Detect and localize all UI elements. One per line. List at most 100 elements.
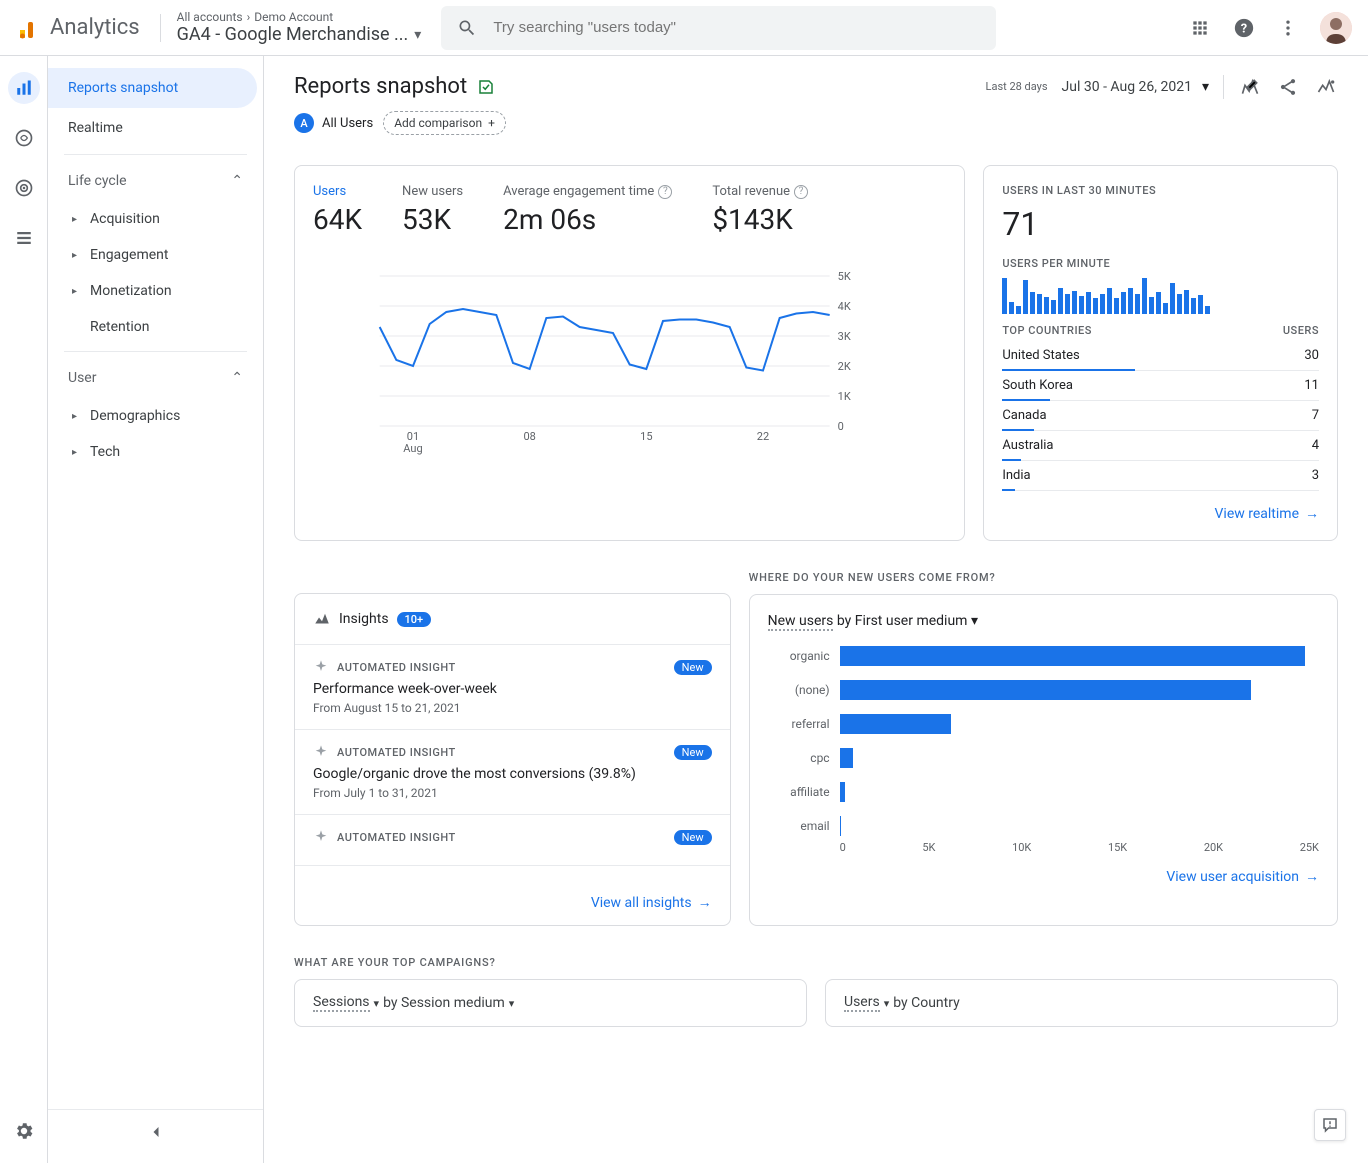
users-per-minute-chart [1002, 276, 1319, 314]
sparkle-icon [313, 829, 329, 845]
svg-text:5K: 5K [838, 270, 851, 283]
arrow-right-icon: → [698, 894, 712, 911]
search-input[interactable] [493, 19, 980, 36]
svg-text:2K: 2K [838, 360, 851, 373]
sidebar-item-retention[interactable]: Retention [48, 309, 263, 345]
app-header: Analytics All accounts › Demo Account GA… [0, 0, 1368, 56]
sidebar-item-tech[interactable]: ▸Tech [48, 434, 263, 470]
view-realtime-link[interactable]: View realtime→ [1002, 505, 1319, 522]
header-actions: ? [1168, 12, 1352, 44]
users-by-country-card[interactable]: Users ▾ by Country [825, 979, 1338, 1027]
search-icon [457, 18, 477, 38]
svg-text:4K: 4K [838, 300, 851, 313]
insight-item[interactable]: AUTOMATED INSIGHTNew [295, 814, 730, 865]
sidebar-item-acquisition[interactable]: ▸Acquisition [48, 201, 263, 237]
rail-advertising-icon[interactable] [8, 172, 40, 204]
chevron-up-icon: ⌃ [231, 370, 243, 386]
sidebar-item-monetization[interactable]: ▸Monetization [48, 273, 263, 309]
insights-icon[interactable] [1314, 75, 1338, 99]
top-countries-list: United States30South Korea11Canada7Austr… [1002, 341, 1319, 491]
sidebar-item-demographics[interactable]: ▸Demographics [48, 398, 263, 434]
svg-text:3K: 3K [838, 330, 851, 343]
realtime-title: USERS IN LAST 30 MINUTES [1002, 184, 1319, 197]
feedback-button[interactable] [1314, 1109, 1346, 1141]
sparkle-icon [313, 744, 329, 760]
logo-block[interactable]: Analytics [16, 15, 160, 40]
sidebar-group-lifecycle[interactable]: Life cycle⌃ [48, 161, 263, 201]
campaigns-section-label: WHAT ARE YOUR TOP CAMPAIGNS? [294, 956, 1338, 969]
svg-text:1K: 1K [838, 390, 851, 403]
insights-card: Insights 10+ AUTOMATED INSIGHTNewPerform… [294, 593, 731, 926]
sidebar: Reports snapshot Realtime Life cycle⌃ ▸A… [48, 56, 264, 1163]
country-row: Australia4 [1002, 431, 1319, 461]
divider [160, 14, 161, 42]
svg-text:0: 0 [838, 420, 844, 433]
realtime-card: USERS IN LAST 30 MINUTES 71 USERS PER MI… [983, 165, 1338, 541]
help-icon[interactable]: ? [1232, 16, 1256, 40]
dropdown-icon: ▾ [1202, 79, 1209, 95]
all-users-chip[interactable]: AAll Users [294, 113, 373, 133]
svg-text:08: 08 [523, 430, 535, 443]
bar-row: affiliate [768, 781, 1313, 803]
help-icon[interactable]: ? [794, 185, 808, 199]
breadcrumb: All accounts › Demo Account [177, 10, 422, 24]
sessions-by-medium-card[interactable]: Sessions ▾ by Session medium ▾ [294, 979, 807, 1027]
rail-explore-icon[interactable] [8, 122, 40, 154]
bar-row: referral [768, 713, 1313, 735]
metric-total-revenue[interactable]: Total revenue? $143K [712, 184, 808, 236]
svg-text:Aug: Aug [403, 442, 422, 455]
caret-right-icon: ▸ [72, 411, 80, 422]
bar-row: cpc [768, 747, 1313, 769]
sidebar-item-engagement[interactable]: ▸Engagement [48, 237, 263, 273]
metric-new-users[interactable]: New users 53K [402, 184, 463, 236]
view-all-insights-link[interactable]: View all insights→ [313, 894, 712, 911]
apps-icon[interactable] [1188, 16, 1212, 40]
verified-icon [477, 78, 495, 96]
insights-sparkle-icon [313, 610, 331, 628]
caret-right-icon: ▸ [72, 214, 80, 225]
view-user-acquisition-link[interactable]: View user acquisition→ [768, 868, 1319, 885]
sparkle-icon [313, 659, 329, 675]
user-acquisition-card: New users by First user medium ▾ organic… [749, 594, 1338, 926]
svg-text:22: 22 [757, 430, 769, 443]
product-name: Analytics [50, 15, 140, 40]
sidebar-collapse-button[interactable] [48, 1109, 263, 1153]
caret-right-icon: ▸ [72, 250, 80, 261]
insight-item[interactable]: AUTOMATED INSIGHTNewPerformance week-ove… [295, 644, 730, 729]
rail-configure-icon[interactable] [8, 222, 40, 254]
dropdown-icon: ▾ [971, 613, 978, 629]
insights-count-badge: 10+ [397, 612, 432, 627]
country-row: United States30 [1002, 341, 1319, 371]
help-icon[interactable]: ? [658, 185, 672, 199]
sidebar-item-realtime[interactable]: Realtime [48, 108, 257, 148]
more-icon[interactable] [1276, 16, 1300, 40]
dropdown-icon: ▾ [414, 27, 421, 43]
customize-report-icon[interactable] [1238, 75, 1262, 99]
bar-chart-axis: 05K10K15K20K25K [768, 841, 1319, 854]
rail-admin-icon[interactable] [8, 1115, 40, 1147]
chevron-up-icon: ⌃ [231, 173, 243, 189]
bar-row: organic [768, 645, 1313, 667]
rail-reports-icon[interactable] [8, 72, 40, 104]
plus-icon: + [488, 116, 495, 130]
share-icon[interactable] [1276, 75, 1300, 99]
metric-engagement-time[interactable]: Average engagement time? 2m 06s [503, 184, 672, 236]
insights-title: Insights [339, 611, 389, 627]
acquisition-dimension-selector[interactable]: New users by First user medium ▾ [768, 613, 1319, 629]
sidebar-item-reports-snapshot[interactable]: Reports snapshot [48, 68, 257, 108]
country-row: South Korea11 [1002, 371, 1319, 401]
date-range-picker[interactable]: Jul 30 - Aug 26, 2021▾ [1062, 79, 1209, 95]
sidebar-group-user[interactable]: User⌃ [48, 358, 263, 398]
account-selector[interactable]: All accounts › Demo Account GA4 - Google… [177, 10, 422, 45]
country-row: Canada7 [1002, 401, 1319, 431]
insight-item[interactable]: AUTOMATED INSIGHTNewGoogle/organic drove… [295, 729, 730, 814]
dropdown-icon: ▾ [509, 997, 515, 1010]
page-actions: Last 28 days Jul 30 - Aug 26, 2021▾ [986, 75, 1338, 99]
bar-row: (none) [768, 679, 1313, 701]
avatar[interactable] [1320, 12, 1352, 44]
main-content: Reports snapshot Last 28 days Jul 30 - A… [264, 56, 1368, 1163]
dropdown-icon: ▾ [884, 997, 890, 1010]
search-box[interactable] [441, 6, 996, 50]
add-comparison-button[interactable]: Add comparison+ [383, 111, 506, 135]
metric-users[interactable]: Users 64K [313, 184, 362, 236]
